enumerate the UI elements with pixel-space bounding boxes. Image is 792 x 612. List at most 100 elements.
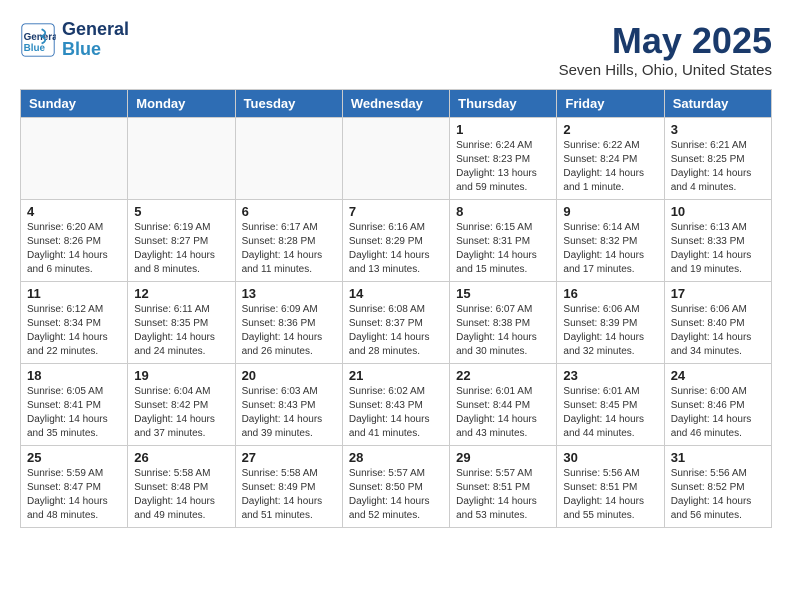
calendar-day-cell: 17 Sunrise: 6:06 AM Sunset: 8:40 PM Dayli… bbox=[664, 282, 771, 364]
day-info: Sunrise: 6:13 AM Sunset: 8:33 PM Dayligh… bbox=[671, 221, 765, 277]
day-info: Sunrise: 5:56 AM Sunset: 8:51 PM Dayligh… bbox=[563, 467, 657, 523]
calendar-day-cell: 24 Sunrise: 6:00 AM Sunset: 8:46 PM Dayli… bbox=[664, 364, 771, 446]
day-number: 1 bbox=[456, 122, 550, 137]
day-number: 20 bbox=[242, 368, 336, 383]
calendar-day-cell: 2 Sunrise: 6:22 AM Sunset: 8:24 PM Daylig… bbox=[557, 118, 664, 200]
day-number: 12 bbox=[134, 286, 228, 301]
calendar-day-header: Saturday bbox=[664, 90, 771, 118]
calendar-day-cell: 8 Sunrise: 6:15 AM Sunset: 8:31 PM Daylig… bbox=[450, 200, 557, 282]
svg-text:Blue: Blue bbox=[24, 43, 46, 54]
logo: General Blue General Blue bbox=[20, 20, 129, 60]
calendar-week-row: 11 Sunrise: 6:12 AM Sunset: 8:34 PM Dayli… bbox=[21, 282, 772, 364]
calendar-day-header: Thursday bbox=[450, 90, 557, 118]
header: General Blue General Blue May 2025 Seven… bbox=[20, 20, 772, 79]
logo-icon: General Blue bbox=[20, 22, 56, 58]
day-info: Sunrise: 5:57 AM Sunset: 8:51 PM Dayligh… bbox=[456, 467, 550, 523]
day-info: Sunrise: 6:00 AM Sunset: 8:46 PM Dayligh… bbox=[671, 385, 765, 441]
day-number: 25 bbox=[27, 450, 121, 465]
day-info: Sunrise: 6:15 AM Sunset: 8:31 PM Dayligh… bbox=[456, 221, 550, 277]
calendar-day-cell: 5Sunrise: 6:19 AM Sunset: 8:27 PM Daylig… bbox=[128, 200, 235, 282]
day-info: Sunrise: 6:06 AM Sunset: 8:39 PM Dayligh… bbox=[563, 303, 657, 359]
day-number: 7 bbox=[349, 204, 443, 219]
calendar-day-cell: 11 Sunrise: 6:12 AM Sunset: 8:34 PM Dayli… bbox=[21, 282, 128, 364]
calendar-day-cell bbox=[235, 118, 342, 200]
svg-text:General: General bbox=[24, 32, 56, 43]
day-info: Sunrise: 6:16 AM Sunset: 8:29 PM Dayligh… bbox=[349, 221, 443, 277]
calendar-day-header: Monday bbox=[128, 90, 235, 118]
day-number: 18 bbox=[27, 368, 121, 383]
calendar-day-cell: 31Sunrise: 5:56 AM Sunset: 8:52 PM Dayli… bbox=[664, 446, 771, 528]
calendar-subtitle: Seven Hills, Ohio, United States bbox=[559, 62, 772, 79]
day-info: Sunrise: 6:14 AM Sunset: 8:32 PM Dayligh… bbox=[563, 221, 657, 277]
calendar-day-cell: 10 Sunrise: 6:13 AM Sunset: 8:33 PM Dayli… bbox=[664, 200, 771, 282]
day-number: 3 bbox=[671, 122, 765, 137]
day-info: Sunrise: 6:12 AM Sunset: 8:34 PM Dayligh… bbox=[27, 303, 121, 359]
calendar-day-cell: 18Sunrise: 6:05 AM Sunset: 8:41 PM Dayli… bbox=[21, 364, 128, 446]
day-number: 10 bbox=[671, 204, 765, 219]
day-number: 6 bbox=[242, 204, 336, 219]
day-number: 11 bbox=[27, 286, 121, 301]
calendar-day-cell: 9 Sunrise: 6:14 AM Sunset: 8:32 PM Daylig… bbox=[557, 200, 664, 282]
calendar-day-cell: 27 Sunrise: 5:58 AM Sunset: 8:49 PM Dayli… bbox=[235, 446, 342, 528]
calendar-day-cell: 4 Sunrise: 6:20 AM Sunset: 8:26 PM Daylig… bbox=[21, 200, 128, 282]
day-number: 17 bbox=[671, 286, 765, 301]
day-number: 9 bbox=[563, 204, 657, 219]
calendar-day-cell: 1 Sunrise: 6:24 AM Sunset: 8:23 PM Daylig… bbox=[450, 118, 557, 200]
day-number: 15 bbox=[456, 286, 550, 301]
calendar-day-cell: 26Sunrise: 5:58 AM Sunset: 8:48 PM Dayli… bbox=[128, 446, 235, 528]
day-number: 27 bbox=[242, 450, 336, 465]
calendar-day-cell bbox=[342, 118, 449, 200]
day-number: 29 bbox=[456, 450, 550, 465]
calendar-day-cell: 25 Sunrise: 5:59 AM Sunset: 8:47 PM Dayli… bbox=[21, 446, 128, 528]
day-info: Sunrise: 6:02 AM Sunset: 8:43 PM Dayligh… bbox=[349, 385, 443, 441]
calendar-day-cell: 3 Sunrise: 6:21 AM Sunset: 8:25 PM Daylig… bbox=[664, 118, 771, 200]
day-info: Sunrise: 6:01 AM Sunset: 8:44 PM Dayligh… bbox=[456, 385, 550, 441]
day-number: 24 bbox=[671, 368, 765, 383]
calendar-day-cell: 15 Sunrise: 6:07 AM Sunset: 8:38 PM Dayli… bbox=[450, 282, 557, 364]
day-number: 31 bbox=[671, 450, 765, 465]
day-info: Sunrise: 6:22 AM Sunset: 8:24 PM Dayligh… bbox=[563, 139, 657, 195]
day-number: 30 bbox=[563, 450, 657, 465]
day-info: Sunrise: 6:20 AM Sunset: 8:26 PM Dayligh… bbox=[27, 221, 121, 277]
calendar-week-row: 1 Sunrise: 6:24 AM Sunset: 8:23 PM Daylig… bbox=[21, 118, 772, 200]
title-area: May 2025 Seven Hills, Ohio, United State… bbox=[559, 20, 772, 79]
calendar-day-cell: 13Sunrise: 6:09 AM Sunset: 8:36 PM Dayli… bbox=[235, 282, 342, 364]
day-number: 21 bbox=[349, 368, 443, 383]
day-number: 22 bbox=[456, 368, 550, 383]
calendar-day-cell: 23Sunrise: 6:01 AM Sunset: 8:45 PM Dayli… bbox=[557, 364, 664, 446]
day-info: Sunrise: 5:59 AM Sunset: 8:47 PM Dayligh… bbox=[27, 467, 121, 523]
calendar-table: SundayMondayTuesdayWednesdayThursdayFrid… bbox=[20, 89, 772, 528]
calendar-day-header: Sunday bbox=[21, 90, 128, 118]
day-info: Sunrise: 6:24 AM Sunset: 8:23 PM Dayligh… bbox=[456, 139, 550, 195]
calendar-day-cell: 16 Sunrise: 6:06 AM Sunset: 8:39 PM Dayli… bbox=[557, 282, 664, 364]
day-info: Sunrise: 6:17 AM Sunset: 8:28 PM Dayligh… bbox=[242, 221, 336, 277]
calendar-week-row: 25 Sunrise: 5:59 AM Sunset: 8:47 PM Dayli… bbox=[21, 446, 772, 528]
calendar-day-cell: 20Sunrise: 6:03 AM Sunset: 8:43 PM Dayli… bbox=[235, 364, 342, 446]
day-info: Sunrise: 6:06 AM Sunset: 8:40 PM Dayligh… bbox=[671, 303, 765, 359]
calendar-day-cell: 30 Sunrise: 5:56 AM Sunset: 8:51 PM Dayli… bbox=[557, 446, 664, 528]
day-number: 4 bbox=[27, 204, 121, 219]
calendar-header-row: SundayMondayTuesdayWednesdayThursdayFrid… bbox=[21, 90, 772, 118]
day-info: Sunrise: 6:07 AM Sunset: 8:38 PM Dayligh… bbox=[456, 303, 550, 359]
calendar-day-cell bbox=[21, 118, 128, 200]
calendar-day-cell: 28 Sunrise: 5:57 AM Sunset: 8:50 PM Dayli… bbox=[342, 446, 449, 528]
calendar-day-header: Tuesday bbox=[235, 90, 342, 118]
day-number: 16 bbox=[563, 286, 657, 301]
calendar-day-cell: 7 Sunrise: 6:16 AM Sunset: 8:29 PM Daylig… bbox=[342, 200, 449, 282]
day-number: 28 bbox=[349, 450, 443, 465]
day-number: 8 bbox=[456, 204, 550, 219]
calendar-week-row: 18Sunrise: 6:05 AM Sunset: 8:41 PM Dayli… bbox=[21, 364, 772, 446]
calendar-day-header: Wednesday bbox=[342, 90, 449, 118]
day-number: 13 bbox=[242, 286, 336, 301]
day-info: Sunrise: 6:21 AM Sunset: 8:25 PM Dayligh… bbox=[671, 139, 765, 195]
day-number: 2 bbox=[563, 122, 657, 137]
day-number: 26 bbox=[134, 450, 228, 465]
calendar-day-cell: 12 Sunrise: 6:11 AM Sunset: 8:35 PM Dayli… bbox=[128, 282, 235, 364]
day-info: Sunrise: 5:58 AM Sunset: 8:49 PM Dayligh… bbox=[242, 467, 336, 523]
calendar-day-cell: 21 Sunrise: 6:02 AM Sunset: 8:43 PM Dayli… bbox=[342, 364, 449, 446]
calendar-day-header: Friday bbox=[557, 90, 664, 118]
day-info: Sunrise: 6:11 AM Sunset: 8:35 PM Dayligh… bbox=[134, 303, 228, 359]
calendar-day-cell: 29 Sunrise: 5:57 AM Sunset: 8:51 PM Dayli… bbox=[450, 446, 557, 528]
day-info: Sunrise: 6:04 AM Sunset: 8:42 PM Dayligh… bbox=[134, 385, 228, 441]
day-info: Sunrise: 5:57 AM Sunset: 8:50 PM Dayligh… bbox=[349, 467, 443, 523]
